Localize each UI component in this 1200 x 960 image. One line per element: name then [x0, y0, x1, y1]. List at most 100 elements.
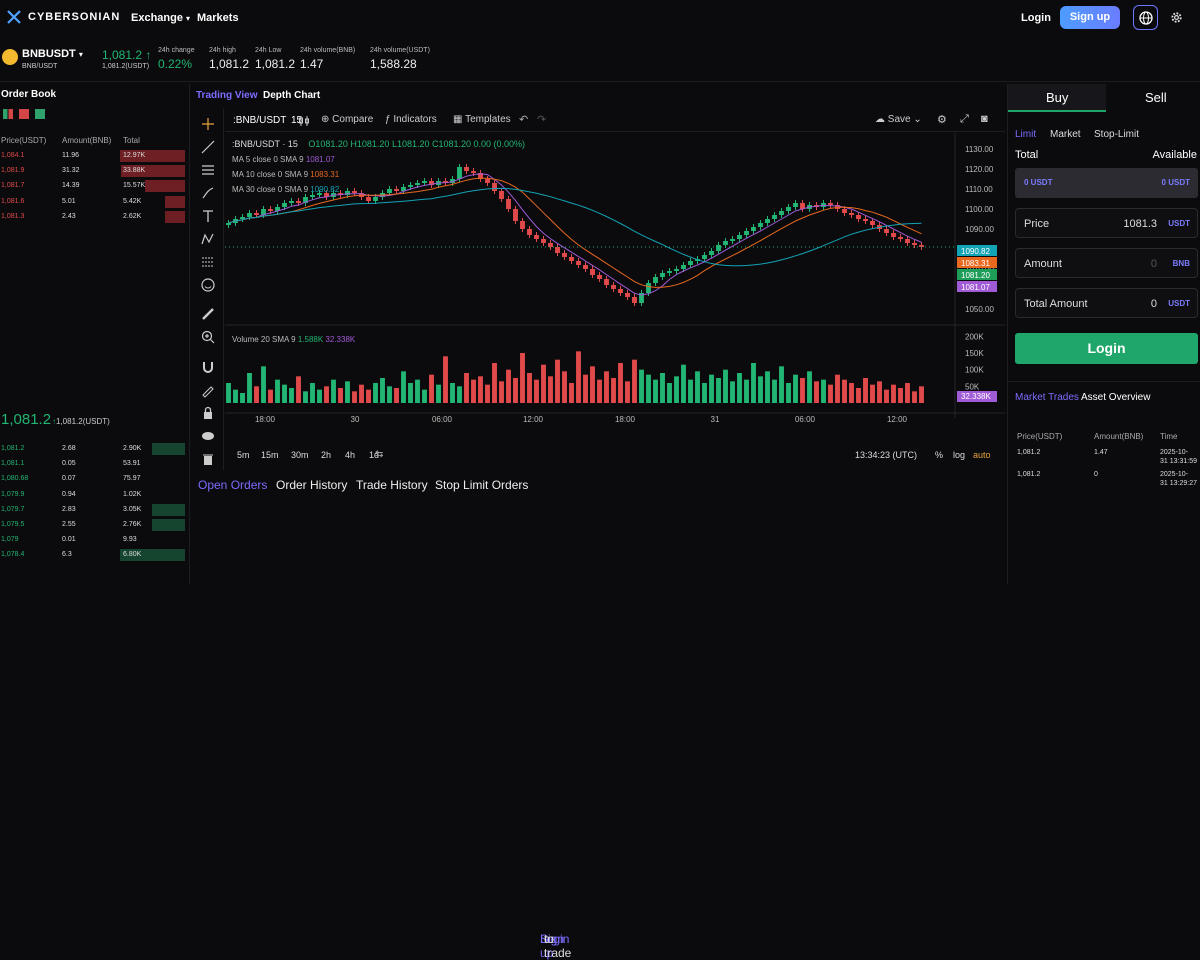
bid-row[interactable]: 1,079.7 2.83 3.05K	[0, 503, 185, 516]
interval-30m[interactable]: 30m	[291, 450, 309, 460]
tab-depth-chart[interactable]: Depth Chart	[263, 90, 320, 101]
bid-row[interactable]: 1,081.1 0.05 53.91	[0, 458, 185, 470]
interval-15m[interactable]: 15m	[261, 450, 279, 460]
interval-2h[interactable]: 2h	[321, 450, 331, 460]
fullscreen-icon[interactable]: ⤢	[960, 113, 969, 126]
auto-toggle[interactable]: auto	[973, 450, 991, 460]
order-type-market[interactable]: Market	[1050, 129, 1081, 140]
brush-icon[interactable]	[200, 185, 216, 201]
magnet-icon[interactable]	[200, 359, 216, 375]
ruler-icon[interactable]	[200, 306, 216, 322]
settings-icon[interactable]: ⚙	[937, 113, 947, 126]
sell-tab[interactable]: Sell	[1145, 90, 1167, 105]
undo-icon[interactable]: ↶	[519, 113, 528, 126]
candle-body	[555, 247, 560, 253]
ob-header-price: Price(USDT)	[1, 136, 47, 145]
order-type-stop-limit[interactable]: Stop-Limit	[1094, 129, 1139, 140]
bid-row[interactable]: 1,079.5 2.55 2.76K	[0, 519, 185, 531]
login-link[interactable]: Login	[1021, 12, 1051, 24]
crosshair-icon[interactable]	[200, 116, 216, 132]
emoji-icon[interactable]	[200, 277, 216, 293]
volume-bar	[877, 381, 882, 403]
candle-body	[863, 219, 868, 221]
order-type-limit[interactable]: Limit	[1015, 129, 1036, 140]
volume-bar	[506, 369, 511, 403]
tab-trading-view[interactable]: Trading View	[196, 90, 258, 101]
price-field[interactable]: Price 1081.3 USDT	[1015, 208, 1198, 238]
amount-input[interactable]: 0	[1151, 258, 1157, 270]
price-input[interactable]: 1081.3	[1123, 218, 1157, 230]
volume-bar	[870, 384, 875, 403]
total-amount-input[interactable]: 0	[1151, 298, 1157, 310]
volume-bar	[793, 374, 798, 403]
tab-trade-history[interactable]: Trade History	[356, 478, 428, 492]
gear-icon[interactable]	[1170, 11, 1183, 24]
low-value: 1,081.2	[255, 57, 296, 71]
trend-line-icon[interactable]	[200, 139, 216, 155]
volume-bar	[772, 379, 777, 403]
buy-tab[interactable]: Buy	[1008, 84, 1106, 112]
bid-row[interactable]: 1,079.9 0.94 1.02K	[0, 489, 185, 501]
volume-bar	[289, 388, 294, 403]
trade-login-button[interactable]: Login	[1015, 333, 1198, 364]
date-range-icon[interactable]: ⇆	[375, 449, 383, 460]
pattern-icon[interactable]	[200, 231, 216, 247]
ask-row[interactable]: 1,081.3 2.43 2.62K	[0, 210, 185, 223]
volume-bar	[856, 388, 861, 403]
camera-icon[interactable]: ◙	[981, 113, 988, 125]
candle-body	[268, 209, 273, 211]
candle-body	[632, 297, 637, 303]
ask-total: 5.42K	[123, 197, 142, 205]
volume-val2: 32.338K	[325, 335, 356, 344]
indicators-button[interactable]: ƒ Indicators	[385, 114, 437, 125]
candles-icon[interactable]	[298, 115, 310, 127]
eye-icon[interactable]	[200, 428, 216, 444]
ask-row[interactable]: 1,084.1 11.96 12.97K	[0, 150, 185, 162]
nav-markets[interactable]: Markets	[197, 12, 239, 24]
volume-bar	[800, 378, 805, 403]
logo[interactable]: CYBERSONIAN	[6, 9, 120, 25]
percent-toggle[interactable]: %	[935, 450, 943, 460]
view-both-icon[interactable]	[3, 109, 13, 119]
interval-4h[interactable]: 4h	[345, 450, 355, 460]
tab-asset-overview[interactable]: Asset Overview	[1081, 392, 1150, 403]
tab-stop-limit-orders[interactable]: Stop Limit Orders	[435, 478, 528, 492]
chart-symbol[interactable]: :BNB/USDT	[233, 115, 286, 126]
bid-row[interactable]: 1,080.68 0.07 75.97	[0, 473, 185, 485]
nav-exchange[interactable]: Exchange ▾	[131, 12, 190, 24]
compare-button[interactable]: ⊕ Compare	[321, 114, 373, 125]
pencil-lock-icon[interactable]	[200, 382, 216, 398]
tab-market-trades[interactable]: Market Trades	[1015, 392, 1079, 403]
total-amount-field[interactable]: Total Amount 0 USDT	[1015, 288, 1198, 318]
view-asks-icon[interactable]	[19, 109, 29, 119]
ask-row[interactable]: 1,081.7 14.39 15.57K	[0, 180, 185, 193]
save-button[interactable]: ☁ Save ⌄	[875, 114, 922, 125]
bid-row[interactable]: 1,081.2 2.68 2.90K	[0, 443, 185, 455]
tab-open-orders[interactable]: Open Orders	[198, 478, 267, 492]
bid-row[interactable]: 1,079 0.01 9.93	[0, 534, 185, 546]
bid-row[interactable]: 1,078.4 6.3 6.80K	[0, 549, 185, 562]
ask-row[interactable]: 1,081.9 31.32 33.88K	[0, 165, 185, 178]
interval-5m[interactable]: 5m	[237, 450, 250, 460]
orders-login-link[interactable]: Login	[540, 932, 569, 946]
pair-selector[interactable]: BNBUSDT ▾	[22, 48, 83, 60]
redo-icon[interactable]: ↷	[537, 113, 546, 126]
horizontal-lines-icon[interactable]	[200, 162, 216, 178]
lock-icon[interactable]	[200, 405, 216, 421]
language-button[interactable]	[1133, 5, 1158, 30]
text-tool-icon[interactable]	[200, 208, 216, 224]
price-chart[interactable]: 1130.001120.001110.001100.001090.001080.…	[225, 133, 1005, 439]
forecast-icon[interactable]	[200, 254, 216, 270]
templates-button[interactable]: ▦ Templates	[453, 114, 511, 125]
tab-order-history[interactable]: Order History	[276, 478, 347, 492]
amount-field[interactable]: Amount 0 BNB	[1015, 248, 1198, 278]
log-toggle[interactable]: log	[953, 450, 965, 460]
view-bids-icon[interactable]	[35, 109, 45, 119]
ask-row[interactable]: 1,081.6 5.01 5.42K	[0, 195, 185, 208]
zoom-in-icon[interactable]	[200, 329, 216, 345]
trash-icon[interactable]	[200, 451, 216, 467]
volume-bar	[744, 379, 749, 403]
orders-signup-link[interactable]: Sign up	[540, 932, 564, 960]
signup-button[interactable]: Sign up	[1060, 6, 1120, 29]
indicators-label: Indicators	[393, 114, 437, 125]
